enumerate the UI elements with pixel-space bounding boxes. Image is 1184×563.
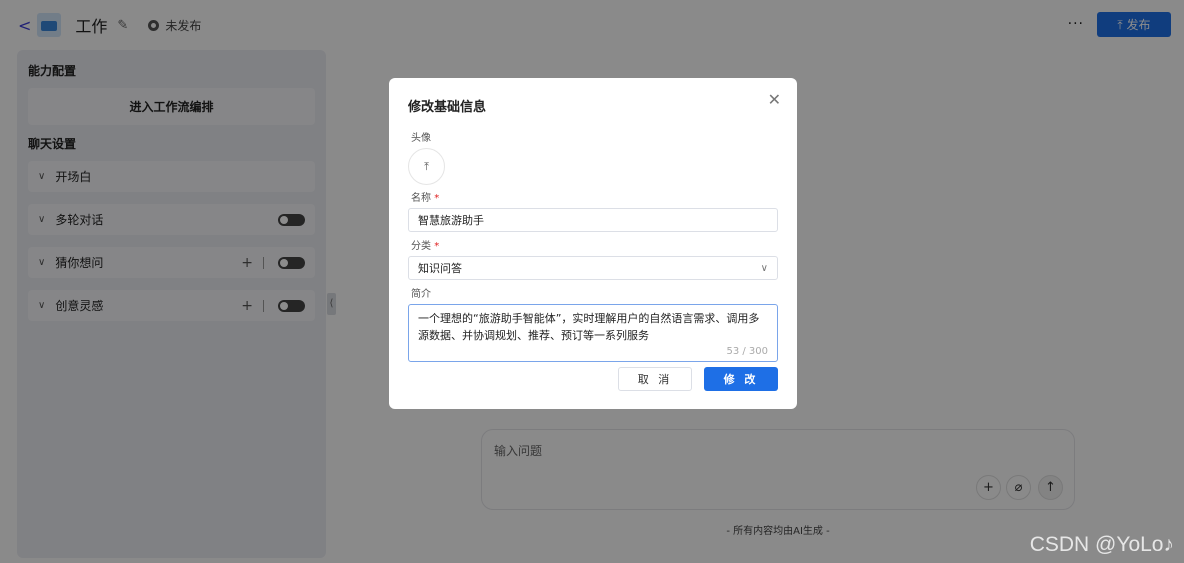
category-value: 知识问答 xyxy=(418,262,462,275)
required-mark: * xyxy=(434,193,440,204)
name-label: 名称 * xyxy=(411,189,778,204)
dialog-title: 修改基础信息 xyxy=(408,100,487,115)
name-value: 智慧旅游助手 xyxy=(418,214,484,227)
intro-value: 一个理想的“旅游助手智能体”，实时理解用户的自然语言需求、调用多源数据、并协调规… xyxy=(418,312,760,342)
close-icon[interactable]: ✕ xyxy=(768,90,781,109)
intro-label: 简介 xyxy=(411,289,431,300)
edit-info-dialog: 修改基础信息 ✕ 头像 ⤒ 名称 * 智慧旅游助手 分类 * 知识问答 ∨ 简介 … xyxy=(389,78,797,409)
chevron-down-icon: ∨ xyxy=(760,262,768,274)
category-label: 分类 * xyxy=(411,237,778,252)
cancel-button[interactable]: 取 消 xyxy=(618,367,692,391)
avatar-label: 头像 xyxy=(411,133,431,144)
name-field[interactable]: 智慧旅游助手 xyxy=(408,208,778,232)
upload-icon[interactable]: ⤒ xyxy=(408,148,445,185)
category-label-text: 分类 xyxy=(411,241,431,252)
char-count: 53 / 300 xyxy=(726,346,768,357)
name-label-text: 名称 xyxy=(411,193,431,204)
intro-textarea[interactable]: 一个理想的“旅游助手智能体”，实时理解用户的自然语言需求、调用多源数据、并协调规… xyxy=(408,304,778,362)
required-mark: * xyxy=(434,241,440,252)
watermark: CSDN @YoLo♪ xyxy=(1029,533,1174,556)
submit-button[interactable]: 修 改 xyxy=(704,367,778,391)
category-select[interactable]: 知识问答 ∨ xyxy=(408,256,778,280)
